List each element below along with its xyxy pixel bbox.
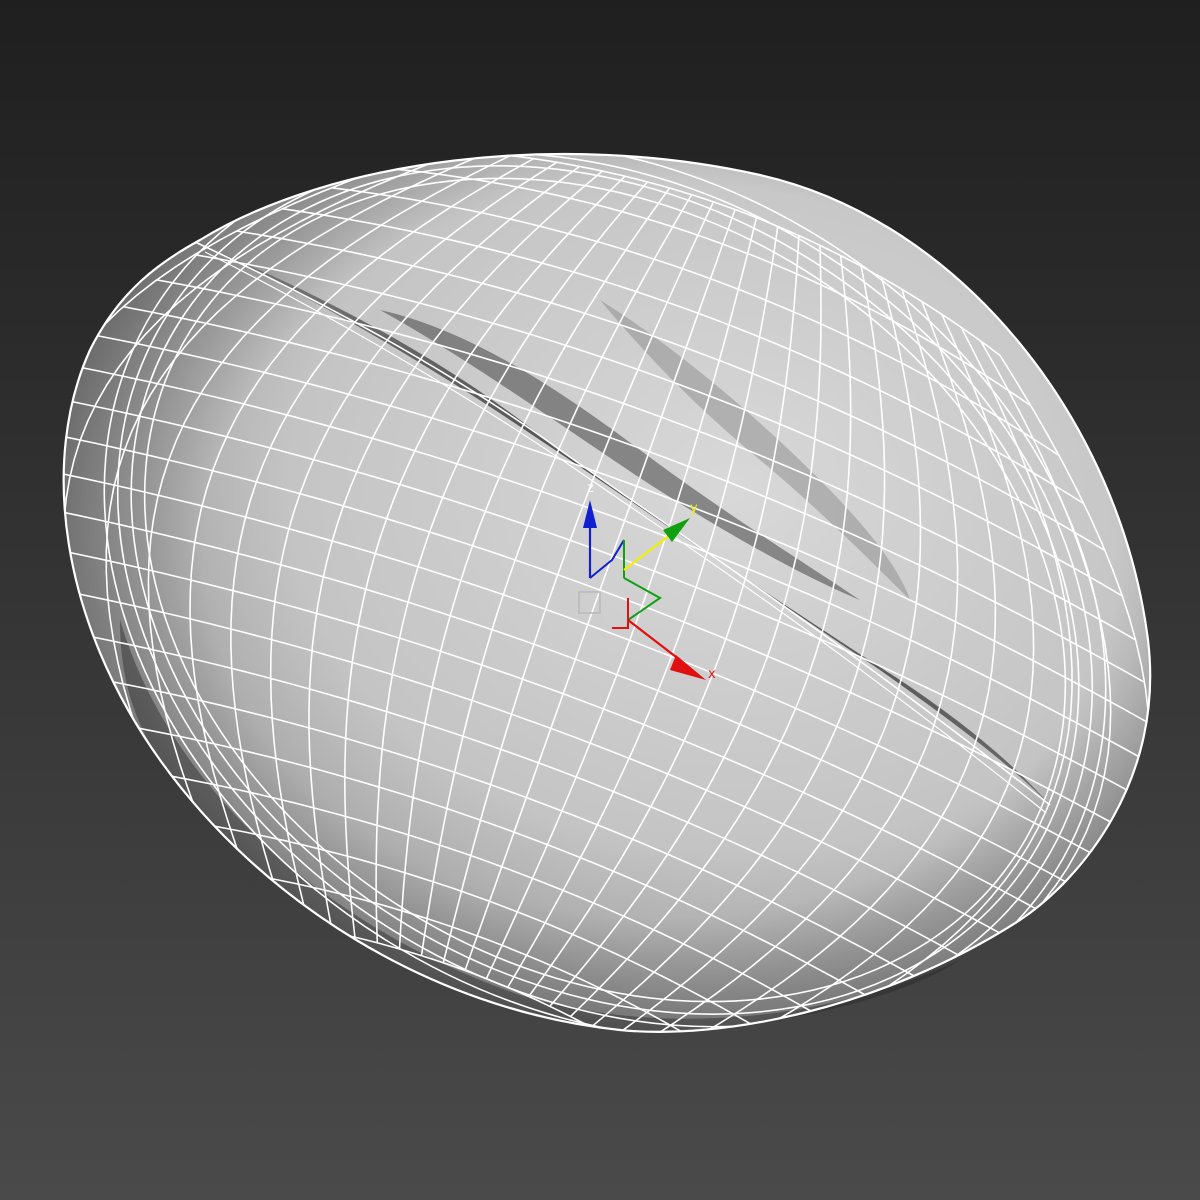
x-axis-label: x — [708, 667, 716, 682]
y-axis-label: y — [690, 501, 698, 516]
viewport-canvas[interactable]: z y x — [0, 0, 1200, 1200]
perspective-viewport[interactable]: z y x — [0, 0, 1200, 1200]
z-axis-label: z — [587, 481, 594, 496]
